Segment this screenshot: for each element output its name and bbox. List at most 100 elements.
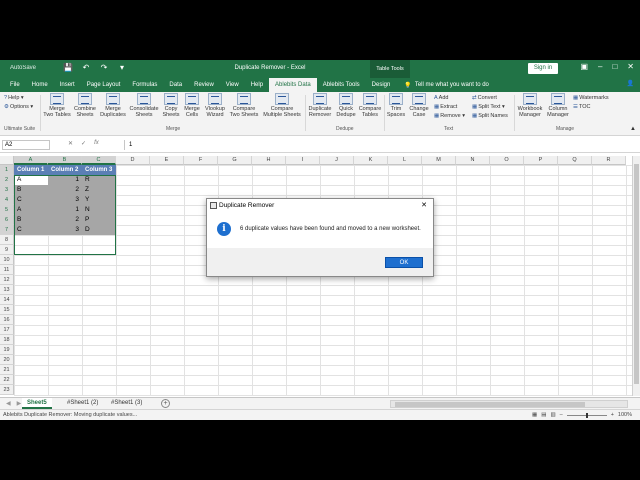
redo-icon[interactable]: ↷: [98, 63, 110, 72]
column-header-a[interactable]: A: [14, 156, 48, 165]
tab-design[interactable]: Design: [366, 78, 397, 92]
ribbon-display-icon[interactable]: ▣: [580, 62, 588, 71]
convert-button[interactable]: ⇄Convert: [472, 95, 497, 102]
compare-tables-button[interactable]: Compare Tables: [358, 93, 382, 118]
help-button[interactable]: ?Help ▾: [4, 95, 24, 102]
table-cell[interactable]: Z: [82, 185, 116, 195]
table-cell[interactable]: 2: [48, 215, 82, 225]
tab-help[interactable]: Help: [245, 78, 269, 92]
column-header-b[interactable]: B: [48, 156, 82, 165]
column-header-n[interactable]: N: [456, 156, 490, 165]
table-header-cell[interactable]: Column 2: [48, 165, 82, 175]
row-header-6[interactable]: 6: [0, 215, 14, 225]
tab-page-layout[interactable]: Page Layout: [81, 78, 127, 92]
table-cell[interactable]: B: [14, 185, 48, 195]
column-header-q[interactable]: Q: [558, 156, 592, 165]
options-button[interactable]: ⚙Options ▾: [4, 104, 33, 111]
zoom-slider[interactable]: [566, 412, 607, 418]
column-header-r[interactable]: R: [592, 156, 626, 165]
column-header-k[interactable]: K: [354, 156, 388, 165]
horizontal-scrollbar[interactable]: [390, 400, 628, 408]
column-header-f[interactable]: F: [184, 156, 218, 165]
add-button[interactable]: AAdd: [434, 95, 448, 102]
row-header-17[interactable]: 17: [0, 325, 14, 335]
row-header-18[interactable]: 18: [0, 335, 14, 345]
row-header-14[interactable]: 14: [0, 295, 14, 305]
table-cell[interactable]: A: [14, 175, 48, 185]
row-header-2[interactable]: 2: [0, 175, 14, 185]
table-cell[interactable]: B: [14, 215, 48, 225]
table-cell[interactable]: R: [82, 175, 116, 185]
zoom-in-icon[interactable]: +: [611, 410, 614, 420]
tab-data[interactable]: Data: [163, 78, 188, 92]
column-header-i[interactable]: I: [286, 156, 320, 165]
row-header-3[interactable]: 3: [0, 185, 14, 195]
table-cell[interactable]: 1: [48, 205, 82, 215]
horizontal-scroll-thumb[interactable]: [395, 402, 585, 407]
tab-insert[interactable]: Insert: [54, 78, 81, 92]
toc-button[interactable]: ☰TOC: [573, 104, 590, 111]
row-header-19[interactable]: 19: [0, 345, 14, 355]
zoom-level[interactable]: 100%: [618, 410, 632, 420]
table-cell[interactable]: A: [14, 205, 48, 215]
sign-in-button[interactable]: Sign in: [528, 63, 558, 74]
table-cell[interactable]: D: [82, 225, 116, 235]
cancel-icon[interactable]: ✕: [68, 140, 73, 147]
row-header-12[interactable]: 12: [0, 275, 14, 285]
table-cell[interactable]: C: [14, 225, 48, 235]
column-header-c[interactable]: C: [82, 156, 116, 165]
table-cell[interactable]: 2: [48, 185, 82, 195]
table-cell[interactable]: P: [82, 215, 116, 225]
remove-button[interactable]: ▦Remove ▾: [434, 113, 465, 120]
extract-button[interactable]: ▦Extract: [434, 104, 457, 111]
insert-function-icon[interactable]: fx: [94, 140, 99, 147]
enter-icon[interactable]: ✓: [81, 140, 86, 147]
column-manager-button[interactable]: Column Manager: [545, 93, 571, 118]
row-header-23[interactable]: 23: [0, 385, 14, 395]
column-header-p[interactable]: P: [524, 156, 558, 165]
quick-dedupe-button[interactable]: Quick Dedupe: [335, 93, 357, 118]
name-box[interactable]: A2: [2, 140, 50, 150]
compare-two-sheets-button[interactable]: Compare Two Sheets: [228, 93, 260, 118]
zoom-out-icon[interactable]: –: [560, 410, 563, 420]
minimize-icon[interactable]: –: [598, 62, 602, 71]
column-header-h[interactable]: H: [252, 156, 286, 165]
tell-me-box[interactable]: 💡 Tell me what you want to do: [404, 82, 489, 89]
trim-spaces-button[interactable]: Trim Spaces: [386, 93, 406, 118]
split-names-button[interactable]: ▦Split Names: [472, 113, 508, 120]
close-icon[interactable]: ✕: [627, 62, 634, 71]
table-cell[interactable]: 1: [48, 175, 82, 185]
tab-home[interactable]: Home: [26, 78, 54, 92]
collapse-ribbon-icon[interactable]: ▲: [630, 126, 636, 132]
row-header-20[interactable]: 20: [0, 355, 14, 365]
merge-two-tables-button[interactable]: Merge Two Tables: [43, 93, 71, 118]
close-icon[interactable]: ✕: [421, 199, 427, 212]
customize-qat-icon[interactable]: ▾: [116, 63, 128, 72]
row-header-9[interactable]: 9: [0, 245, 14, 255]
scroll-right-icon[interactable]: ▶: [17, 400, 22, 407]
tab-file[interactable]: File: [4, 78, 26, 92]
column-header-m[interactable]: M: [422, 156, 456, 165]
column-header-g[interactable]: G: [218, 156, 252, 165]
column-header-o[interactable]: O: [490, 156, 524, 165]
vertical-scroll-thumb[interactable]: [634, 164, 639, 384]
tab-formulas[interactable]: Formulas: [126, 78, 163, 92]
undo-icon[interactable]: ↶: [80, 63, 92, 72]
row-header-1[interactable]: 1: [0, 165, 14, 175]
table-cell[interactable]: 3: [48, 195, 82, 205]
row-header-21[interactable]: 21: [0, 365, 14, 375]
add-sheet-button[interactable]: +: [161, 399, 170, 408]
column-header-d[interactable]: D: [116, 156, 150, 165]
split-text-button[interactable]: ▦Split Text ▾: [472, 104, 505, 111]
sheet-tab[interactable]: #Sheet1 (2): [62, 398, 103, 409]
table-header-cell[interactable]: Column 1: [14, 165, 48, 175]
row-header-5[interactable]: 5: [0, 205, 14, 215]
row-header-7[interactable]: 7: [0, 225, 14, 235]
column-header-j[interactable]: J: [320, 156, 354, 165]
row-header-16[interactable]: 16: [0, 315, 14, 325]
row-header-15[interactable]: 15: [0, 305, 14, 315]
share-icon[interactable]: 👤: [627, 80, 634, 87]
formula-input[interactable]: 1: [124, 140, 634, 150]
row-header-22[interactable]: 22: [0, 375, 14, 385]
row-header-13[interactable]: 13: [0, 285, 14, 295]
